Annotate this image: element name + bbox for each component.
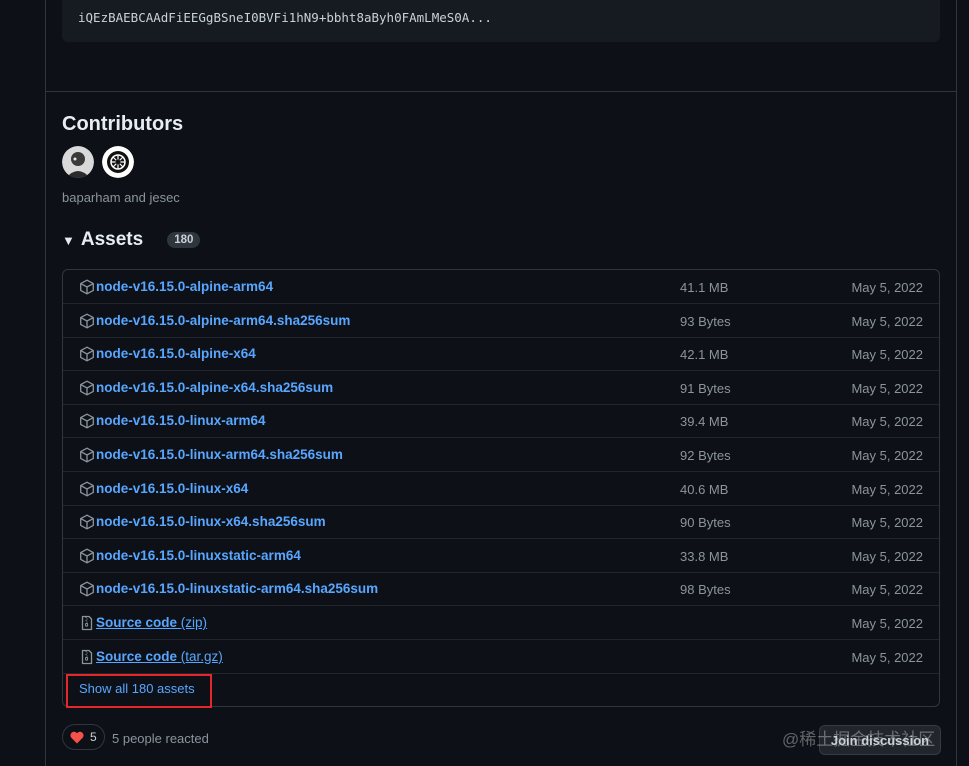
assets-heading: Assets [80, 229, 144, 250]
package-icon [79, 581, 95, 597]
asset-row: node-v16.15.0-linux-arm64.sha256sum 92 By… [63, 438, 939, 472]
package-icon [79, 481, 95, 497]
package-icon [79, 279, 95, 295]
avatar-jesec[interactable] [102, 146, 134, 178]
asset-row: node-v16.15.0-linux-arm64 39.4 MB May 5, 2… [63, 404, 939, 439]
asset-row: node-v16.15.0-alpine-arm64.sha256sum 93 B… [63, 304, 939, 338]
source-code-label: Source code [96, 648, 178, 664]
asset-date: May 5, 2022 [851, 548, 923, 564]
asset-row: node-v16.15.0-linux-x64.sha256sum 90 Byte… [63, 505, 939, 540]
asset-size: 42.1 MB [680, 347, 729, 363]
asset-date: May 5, 2022 [851, 616, 923, 631]
asset-download-link[interactable]: node-v16.15.0-alpine-arm64.sha256sum [96, 313, 350, 328]
asset-size: 92 Bytes [680, 448, 731, 463]
source-code-format: (tar.gz) [180, 648, 223, 664]
package-icon [79, 447, 95, 463]
asset-size: 91 Bytes [680, 380, 731, 396]
contributors-heading: Contributors [62, 113, 184, 135]
asset-size: 93 Bytes [680, 313, 731, 329]
asset-row: node-v16.15.0-alpine-x64 42.1 MB May 5, 20… [63, 337, 939, 372]
asset-row: node-v16.15.0-alpine-arm64 41.1 MB May 5, … [63, 270, 939, 304]
asset-date: May 5, 2022 [851, 280, 923, 295]
asset-date: May 5, 2022 [851, 380, 923, 396]
package-icon [79, 514, 95, 530]
reaction-summary: 5 people reacted [112, 731, 209, 746]
package-icon [79, 346, 95, 362]
asset-date: May 5, 2022 [851, 347, 923, 363]
file-zip-icon [79, 615, 95, 631]
asset-download-link[interactable]: node-v16.15.0-linux-arm64 [96, 413, 266, 428]
asset-size: 90 Bytes [680, 515, 731, 531]
asset-download-link[interactable]: node-v16.15.0-linux-x64.sha256sum [96, 514, 326, 529]
heart-icon [70, 731, 84, 743]
package-icon [79, 313, 95, 329]
watermark-text: @稀土掘金技术社区 [782, 730, 936, 749]
heart-count: 5 [90, 730, 97, 744]
assets-toggle[interactable]: ▼ Assets 180 [62, 229, 201, 251]
assets-count-badge: 180 [167, 232, 201, 248]
source-code-label: Source code [96, 615, 178, 630]
asset-size: 39.4 MB [680, 414, 729, 430]
asset-row: node-v16.15.0-alpine-x64.sha256sum 91 Byt… [63, 371, 939, 405]
asset-download-link[interactable]: node-v16.15.0-alpine-x64.sha256sum [96, 380, 333, 395]
package-icon [79, 413, 95, 429]
asset-size: 40.6 MB [680, 481, 729, 497]
asset-date: May 5, 2022 [851, 481, 923, 497]
source-code-format: (zip) [180, 615, 208, 630]
asset-date: May 5, 2022 [851, 582, 923, 598]
caret-down-icon: ▼ [62, 232, 75, 248]
source-code-link[interactable]: Source code (zip) [96, 615, 207, 630]
asset-download-link[interactable]: node-v16.15.0-linuxstatic-arm64.sha256su… [96, 581, 378, 596]
contributor-avatars [62, 146, 134, 178]
asset-row: node-v16.15.0-linuxstatic-arm64.sha256su… [63, 572, 939, 607]
asset-download-link[interactable]: node-v16.15.0-alpine-arm64 [96, 279, 273, 294]
asset-size: 98 Bytes [680, 582, 731, 598]
source-code-row: Source code (tar.gz) May 5, 2022 [63, 640, 939, 674]
asset-date: May 5, 2022 [851, 515, 923, 531]
package-icon [79, 380, 95, 396]
asset-date: May 5, 2022 [851, 448, 923, 463]
contributor-names: baparham and jesec [62, 190, 180, 205]
asset-download-link[interactable]: node-v16.15.0-linux-x64 [96, 481, 248, 496]
asset-download-link[interactable]: node-v16.15.0-alpine-x64 [96, 346, 256, 361]
asset-download-link[interactable]: node-v16.15.0-linux-arm64.sha256sum [96, 447, 343, 462]
file-zip-icon [79, 649, 95, 665]
section-divider [46, 91, 956, 92]
asset-row: node-v16.15.0-linuxstatic-arm64 33.8 MB Ma… [63, 539, 939, 573]
source-code-row: Source code (zip) May 5, 2022 [63, 606, 939, 640]
highlight-annotation [66, 674, 212, 708]
assets-list: Show all 180 assets node-v16.15.0-alpine… [62, 269, 940, 707]
asset-date: May 5, 2022 [851, 414, 923, 430]
asset-date: May 5, 2022 [851, 649, 923, 665]
asset-date: May 5, 2022 [851, 313, 923, 329]
asset-row: node-v16.15.0-linux-x64 40.6 MB May 5, 202… [63, 472, 939, 506]
gpg-signature-block: iQEzBAEBCAAdFiEEGgBSneI0BVFi1hN9+bbht8aB… [62, 0, 940, 42]
avatar-baparham[interactable] [62, 146, 94, 178]
asset-size: 33.8 MB [680, 548, 729, 564]
source-code-link[interactable]: Source code (tar.gz) [96, 649, 223, 664]
package-icon [79, 548, 95, 564]
asset-size: 41.1 MB [680, 280, 729, 295]
asset-download-link[interactable]: node-v16.15.0-linuxstatic-arm64 [96, 548, 301, 563]
heart-reaction-button[interactable]: 5 [62, 724, 105, 750]
gpg-signature-text: iQEzBAEBCAAdFiEEGgBSneI0BVFi1hN9+bbht8aB… [78, 10, 492, 25]
